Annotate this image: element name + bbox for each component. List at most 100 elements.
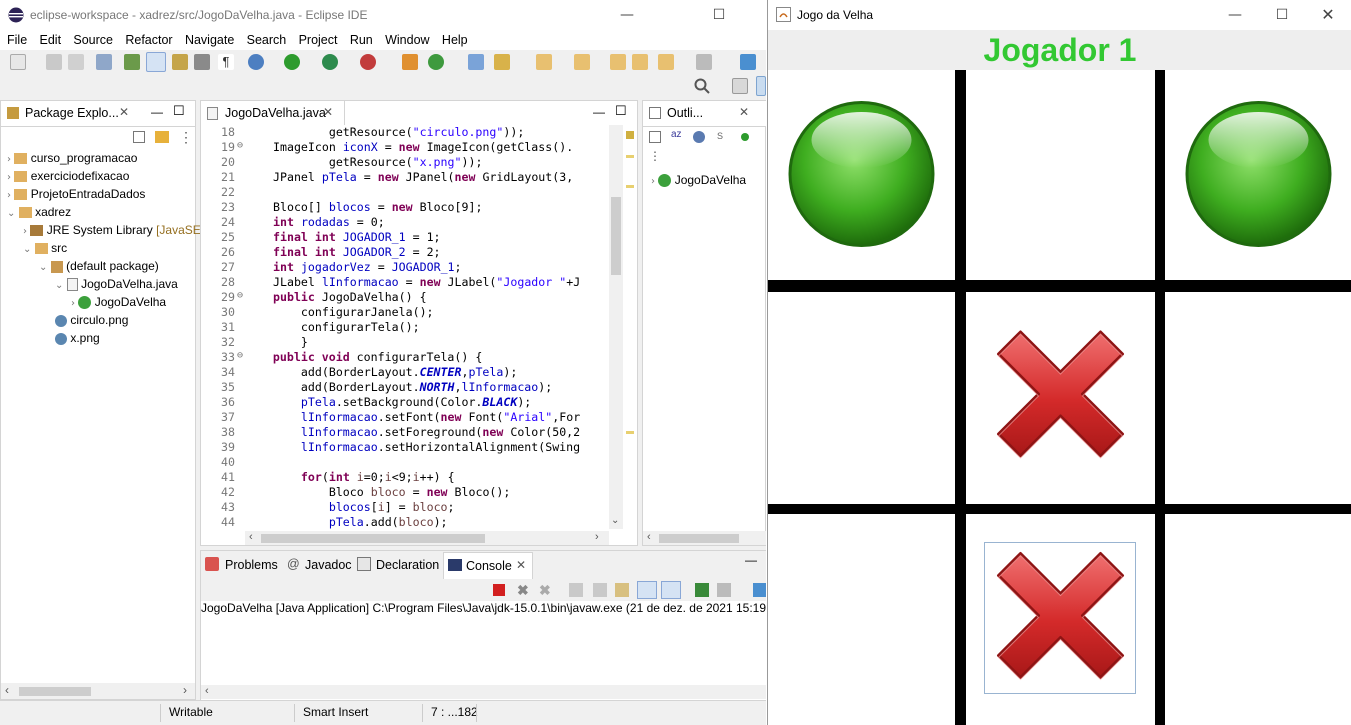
horizontal-scrollbar[interactable]: ‹ › bbox=[245, 531, 609, 545]
close-icon[interactable]: ✕ bbox=[119, 105, 129, 119]
next-annotation-icon[interactable] bbox=[536, 54, 552, 70]
clear-console-icon[interactable] bbox=[569, 583, 583, 597]
terminate-icon[interactable] bbox=[493, 584, 505, 596]
maximize-view-icon[interactable]: ☐ bbox=[173, 103, 185, 119]
board-cell[interactable] bbox=[966, 292, 1155, 504]
horizontal-scrollbar[interactable]: ‹ › bbox=[1, 683, 195, 699]
tree-item[interactable]: ⌄ src bbox=[23, 241, 67, 255]
show-stderr-icon[interactable] bbox=[661, 581, 681, 599]
back-icon[interactable] bbox=[632, 54, 648, 70]
menu-help[interactable]: Help bbox=[442, 30, 468, 47]
vertical-scrollbar[interactable]: ⌄ bbox=[609, 125, 623, 529]
pin-icon[interactable] bbox=[740, 54, 756, 70]
view-menu-icon[interactable]: ⋮ bbox=[649, 149, 661, 163]
new-java-project-icon[interactable] bbox=[402, 54, 418, 70]
fold-icon[interactable]: ⊖ bbox=[237, 140, 243, 151]
fold-icon[interactable]: ⊖ bbox=[237, 350, 243, 361]
annotation-marker[interactable] bbox=[626, 431, 634, 434]
coverage-icon[interactable] bbox=[322, 54, 338, 70]
hide-static-icon[interactable]: S bbox=[717, 131, 727, 143]
whitespace-icon[interactable] bbox=[194, 54, 210, 70]
new-icon[interactable] bbox=[10, 54, 26, 70]
menu-refactor[interactable]: Refactor bbox=[125, 30, 172, 47]
code-editor[interactable]: getResource("circulo.png")); ImageIcon i… bbox=[201, 125, 609, 531]
menu-search[interactable]: Search bbox=[247, 30, 287, 47]
word-wrap-icon[interactable] bbox=[615, 583, 629, 597]
board-cell[interactable] bbox=[1165, 292, 1351, 504]
tree-item[interactable]: x.png bbox=[55, 331, 100, 345]
tree-item[interactable]: ⌄ xadrez bbox=[7, 205, 71, 219]
scroll-thumb[interactable] bbox=[261, 534, 485, 543]
annotation-marker[interactable] bbox=[626, 131, 634, 139]
scroll-lock-icon[interactable] bbox=[593, 583, 607, 597]
run-icon[interactable] bbox=[284, 54, 300, 70]
scroll-left-icon[interactable]: ‹ bbox=[5, 683, 9, 697]
tab-console-active[interactable]: Console ✕ bbox=[443, 552, 533, 579]
scroll-left-icon[interactable]: ‹ bbox=[205, 685, 209, 697]
new-class-icon[interactable] bbox=[428, 54, 444, 70]
minimize-view-icon[interactable]: — bbox=[151, 105, 163, 119]
tree-item[interactable]: › curso_programacao bbox=[7, 151, 137, 165]
sort-icon[interactable]: az bbox=[671, 129, 682, 140]
open-perspective-icon[interactable] bbox=[732, 78, 748, 94]
tab-problems[interactable]: Problems bbox=[225, 558, 278, 572]
remove-launch-icon[interactable]: ✖ bbox=[517, 582, 529, 599]
close-icon[interactable]: ✕ bbox=[739, 105, 749, 119]
collapse-all-icon[interactable] bbox=[649, 131, 661, 143]
outline-item[interactable]: › JogoDaVelha bbox=[651, 173, 746, 188]
close-icon[interactable]: ✕ bbox=[323, 105, 333, 119]
show-stdout-icon[interactable] bbox=[637, 581, 657, 599]
tree-item[interactable]: › JogoDaVelha bbox=[71, 295, 166, 310]
scroll-down-icon[interactable]: ⌄ bbox=[611, 515, 619, 526]
minimize-icon[interactable]: — bbox=[1212, 0, 1258, 30]
scroll-thumb[interactable] bbox=[611, 197, 621, 275]
link-editor-icon[interactable] bbox=[155, 131, 169, 143]
collapse-all-icon[interactable] bbox=[133, 131, 145, 143]
minimize-view-icon[interactable]: — bbox=[745, 553, 757, 567]
maximize-icon[interactable]: ☐ bbox=[696, 0, 742, 30]
menu-edit[interactable]: Edit bbox=[40, 30, 62, 47]
menu-run[interactable]: Run bbox=[350, 30, 373, 47]
external-tools-icon[interactable] bbox=[360, 54, 376, 70]
board-cell[interactable] bbox=[768, 70, 955, 280]
last-edit-icon[interactable] bbox=[610, 54, 626, 70]
menu-source[interactable]: Source bbox=[73, 30, 113, 47]
scroll-right-icon[interactable]: › bbox=[595, 531, 599, 543]
new-console-icon[interactable] bbox=[753, 583, 766, 597]
outline-tab[interactable]: Outli... ✕ bbox=[643, 101, 766, 127]
menu-navigate[interactable]: Navigate bbox=[185, 30, 234, 47]
search-icon[interactable] bbox=[694, 78, 710, 94]
tree-item[interactable]: › JRE System Library [JavaSE bbox=[23, 223, 201, 237]
hide-nonpublic-icon[interactable] bbox=[741, 133, 749, 141]
forward-icon[interactable] bbox=[658, 54, 674, 70]
tab-declaration[interactable]: Declaration bbox=[376, 558, 439, 572]
tree-item[interactable]: › exerciciodefixacao bbox=[7, 169, 129, 183]
view-menu-icon[interactable]: ⋮ bbox=[179, 129, 193, 146]
board-cell[interactable] bbox=[1165, 514, 1351, 725]
editor-tab-jogodavelha[interactable]: JogoDaVelha.java ✕ bbox=[201, 101, 345, 127]
menu-project[interactable]: Project bbox=[299, 30, 338, 47]
java-perspective-icon[interactable] bbox=[756, 76, 766, 96]
paragraph-icon[interactable]: ¶ bbox=[218, 54, 234, 70]
scroll-left-icon[interactable]: ‹ bbox=[647, 531, 651, 543]
block-select-icon[interactable] bbox=[172, 54, 188, 70]
open-type-icon[interactable] bbox=[96, 54, 112, 70]
hide-fields-icon[interactable] bbox=[693, 131, 705, 143]
close-icon[interactable]: ✕ bbox=[516, 558, 526, 572]
board-cell[interactable] bbox=[768, 514, 955, 725]
tree-item[interactable]: circulo.png bbox=[55, 313, 128, 327]
close-icon[interactable]: ✕ bbox=[1305, 0, 1351, 30]
tab-javadoc[interactable]: Javadoc bbox=[305, 558, 352, 572]
pin-console-icon[interactable] bbox=[695, 583, 709, 597]
scroll-thumb[interactable] bbox=[19, 687, 91, 696]
forward-gray-icon[interactable] bbox=[696, 54, 712, 70]
scroll-left-icon[interactable]: ‹ bbox=[249, 531, 253, 543]
save-icon[interactable] bbox=[46, 54, 62, 70]
scroll-thumb[interactable] bbox=[659, 534, 739, 543]
minimize-icon[interactable]: — bbox=[604, 0, 650, 30]
search-wand-icon[interactable] bbox=[494, 54, 510, 70]
toggle-mark-icon[interactable] bbox=[124, 54, 140, 70]
minimize-view-icon[interactable]: — bbox=[593, 105, 605, 119]
prev-annotation-icon[interactable] bbox=[574, 54, 590, 70]
fold-icon[interactable]: ⊖ bbox=[237, 290, 243, 301]
